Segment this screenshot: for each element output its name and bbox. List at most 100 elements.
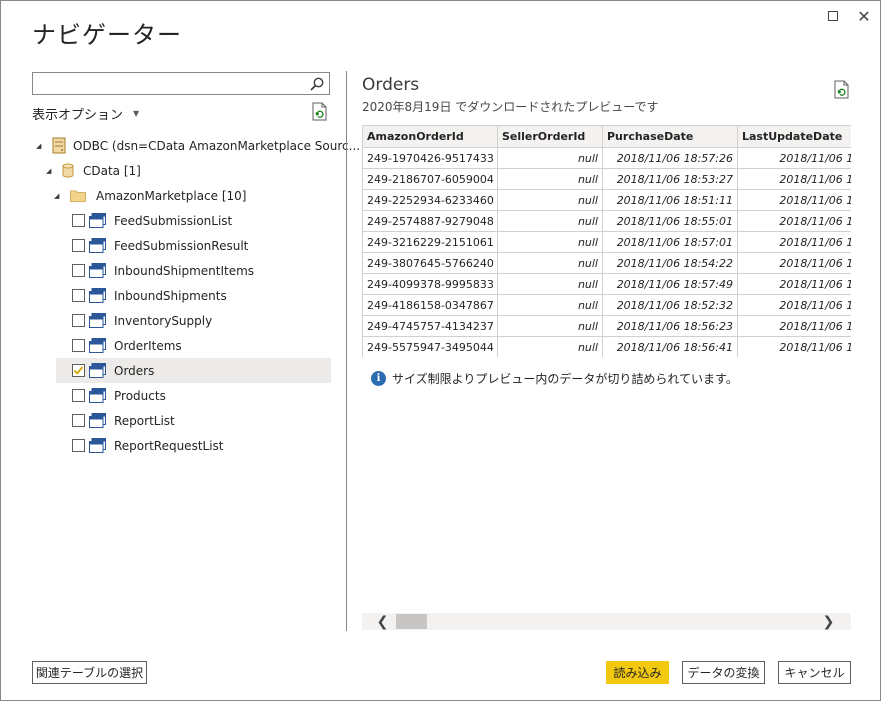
tree-node-schema[interactable]: ◢ AmazonMarketplace [10]: [54, 183, 246, 208]
table-cell: 2018/11/06 18:51:11: [602, 189, 738, 211]
checkbox[interactable]: [72, 339, 85, 352]
refresh-icon[interactable]: [833, 80, 851, 100]
table-icon: [89, 363, 106, 378]
table-cell: 2018/11/06 18:54:22: [602, 252, 738, 274]
close-icon: ✕: [857, 6, 871, 26]
table-cell: 2018/11/06 19:07: [737, 252, 851, 274]
scrollbar-thumb[interactable]: [396, 614, 427, 629]
tree-item-table[interactable]: InboundShipmentItems: [72, 258, 254, 283]
tree-item-label: InboundShipmentItems: [114, 263, 255, 278]
preview-table: AmazonOrderId SellerOrderId PurchaseDate La…: [362, 125, 851, 357]
table-cell: 2018/11/06 19:06: [737, 315, 851, 337]
column-header[interactable]: AmazonOrderId: [362, 125, 498, 148]
table-cell: 2018/11/06 18:57:01: [602, 231, 738, 253]
table-icon: [89, 288, 106, 303]
scroll-left-icon[interactable]: ❮: [374, 613, 391, 630]
chevron-down-icon: ▼: [133, 109, 140, 118]
checkbox[interactable]: [72, 414, 85, 427]
select-related-tables-button[interactable]: 関連テーブルの選択: [32, 661, 147, 684]
cancel-button[interactable]: キャンセル: [778, 661, 851, 684]
tree-node-odbc[interactable]: ◢ ODBC (dsn=CData AmazonMarketplace Sour…: [36, 133, 360, 158]
tree-item-table[interactable]: ReportRequestList: [72, 433, 224, 458]
close-button[interactable]: ✕: [855, 6, 873, 26]
scroll-right-icon[interactable]: ❯: [820, 613, 837, 630]
table-icon: [89, 313, 106, 328]
checkbox[interactable]: [72, 214, 85, 227]
table-cell: null: [497, 315, 603, 337]
checkbox[interactable]: [72, 314, 85, 327]
maximize-button[interactable]: [824, 7, 842, 25]
table-cell: null: [497, 210, 603, 232]
tree-item-label: InventorySupply: [114, 313, 213, 328]
table-cell: 2018/11/06 18:57:49: [602, 273, 738, 295]
collapse-triangle-icon[interactable]: ◢: [36, 142, 44, 150]
tree-item-table[interactable]: InventorySupply: [72, 308, 212, 333]
table-row: 249-3216229-2151061 null 2018/11/06 18:57:…: [362, 231, 851, 253]
table-cell: 2018/11/06 19:07: [737, 210, 851, 232]
pane-divider[interactable]: [346, 71, 347, 631]
search-input[interactable]: [33, 73, 303, 94]
table-cell: null: [497, 189, 603, 211]
table-row: 249-4186158-0347867 null 2018/11/06 18:52:…: [362, 294, 851, 316]
preview-grid: AmazonOrderId SellerOrderId PurchaseDate La…: [362, 125, 851, 357]
tree-item-label: FeedSubmissionList: [114, 213, 233, 228]
table-row: 249-3807645-5766240 null 2018/11/06 18:54:…: [362, 252, 851, 274]
table-cell: 2018/11/06 19:06: [737, 336, 851, 357]
tree-item-table[interactable]: InboundShipments: [72, 283, 227, 308]
collapse-triangle-icon[interactable]: ◢: [46, 167, 54, 175]
tree-item-table[interactable]: ReportList: [72, 408, 175, 433]
checkbox[interactable]: [72, 389, 85, 402]
table-cell: 2018/11/06 19:07: [737, 231, 851, 253]
tree-node-label: AmazonMarketplace [10]: [96, 188, 247, 203]
checkbox[interactable]: [72, 239, 85, 252]
maximize-icon: [828, 11, 838, 21]
column-header[interactable]: SellerOrderId: [497, 125, 603, 148]
transform-data-button[interactable]: データの変換: [682, 661, 765, 684]
search-icon[interactable]: [309, 76, 325, 92]
table-cell: 2018/11/06 19:07: [737, 189, 851, 211]
table-row: 249-5575947-3495044 null 2018/11/06 18:56:…: [362, 336, 851, 357]
tree-item-label: ReportRequestList: [114, 438, 224, 453]
refresh-icon[interactable]: [311, 102, 329, 122]
table-cell: null: [497, 168, 603, 190]
table-cell: 2018/11/06 18:53:27: [602, 168, 738, 190]
tree-node-label: CData [1]: [83, 163, 141, 178]
load-button[interactable]: 読み込み: [606, 661, 669, 684]
search-box: [32, 72, 330, 95]
checkbox-checked[interactable]: [72, 364, 85, 377]
column-header[interactable]: PurchaseDate: [602, 125, 738, 148]
table-cell: null: [497, 336, 603, 357]
preview-subtitle: 2020年8月19日 でダウンロードされたプレビューです: [362, 100, 659, 114]
checkbox[interactable]: [72, 289, 85, 302]
tree-item-label: FeedSubmissionResult: [114, 238, 249, 253]
folder-icon: [70, 190, 86, 202]
server-icon: [52, 137, 66, 154]
checkmark-icon: [73, 366, 84, 375]
tree-item-table[interactable]: Orders: [56, 358, 331, 383]
table-cell: null: [497, 231, 603, 253]
checkbox[interactable]: [72, 264, 85, 277]
collapse-triangle-icon[interactable]: ◢: [54, 192, 62, 200]
tree-item-label: Orders: [114, 363, 155, 378]
table-cell: 249-1970426-9517433: [362, 147, 498, 169]
checkbox[interactable]: [72, 439, 85, 452]
table-cell: 2018/11/06 19:06: [737, 294, 851, 316]
horizontal-scrollbar[interactable]: ❮ ❯: [362, 613, 851, 630]
table-row: 249-4745757-4134237 null 2018/11/06 18:56:…: [362, 315, 851, 337]
display-options-label: 表示オプション: [32, 108, 124, 123]
table-cell: 2018/11/06 18:56:23: [602, 315, 738, 337]
table-cell: 2018/11/06 18:57:26: [602, 147, 738, 169]
table-icon: [89, 213, 106, 228]
tree-item-table[interactable]: FeedSubmissionList: [72, 208, 232, 233]
tree-item-table[interactable]: FeedSubmissionResult: [72, 233, 248, 258]
tree-item-label: OrderItems: [114, 338, 182, 353]
table-cell: 249-2186707-6059004: [362, 168, 498, 190]
tree-item-table[interactable]: Products: [72, 383, 166, 408]
tree-item-table[interactable]: OrderItems: [72, 333, 182, 358]
display-options-dropdown[interactable]: 表示オプション ▼: [32, 104, 139, 123]
table-row: 249-4099378-9995833 null 2018/11/06 18:57:…: [362, 273, 851, 295]
table-icon: [89, 263, 106, 278]
table-icon: [89, 238, 106, 253]
tree-node-cdata[interactable]: ◢ CData [1]: [46, 158, 141, 183]
column-header[interactable]: LastUpdateDate: [737, 125, 851, 148]
